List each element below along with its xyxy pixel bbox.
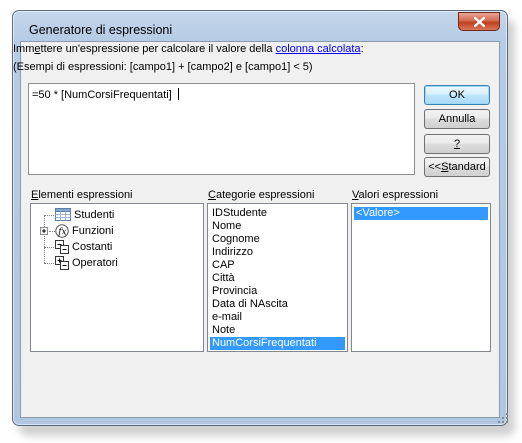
values-list[interactable]: <Valore> (351, 203, 491, 352)
window-title: Generatore di espressioni (29, 23, 173, 37)
elements-tree[interactable]: Studenti fx Funzioni Costanti Operatori (30, 203, 204, 352)
calculated-column-link[interactable]: colonna calcolata (276, 43, 361, 55)
list-item[interactable]: Data di NAscita (210, 298, 345, 311)
values-label: Valori espressioni (352, 189, 439, 201)
resize-grip-icon[interactable] (498, 413, 508, 423)
categories-label: Categorie espressioni (208, 189, 315, 201)
categories-list[interactable]: IDStudente Nome Cognome Indirizzo CAP Ci… (207, 203, 348, 352)
list-item[interactable]: Provincia (210, 285, 345, 298)
tree-item-label: Studenti (74, 208, 115, 221)
ok-button[interactable]: OK (424, 85, 490, 105)
function-icon: fx (55, 223, 69, 238)
table-icon (55, 208, 71, 221)
list-item[interactable]: CAP (210, 259, 345, 272)
svg-text:fx: fx (57, 227, 66, 237)
instruction-line-2: (Esempi di espressioni: [campo1] + [camp… (13, 61, 313, 73)
list-item[interactable]: Note (210, 324, 345, 337)
expand-toggle[interactable] (40, 227, 48, 235)
tree-item-costanti[interactable]: Costanti (55, 239, 112, 254)
tree-item-label: Costanti (72, 240, 113, 253)
standard-button[interactable]: << Standard (424, 157, 490, 177)
plus-icon (42, 229, 46, 233)
instruction-line-1: Immettere un'espressione per calcolare i… (13, 43, 364, 55)
text-caret (177, 88, 179, 100)
tree-item-funzioni[interactable]: fx Funzioni (55, 223, 114, 238)
list-item[interactable]: Cognome (210, 233, 345, 246)
list-item-selected[interactable]: <Valore> (354, 207, 488, 220)
list-item[interactable]: e-mail (210, 311, 345, 324)
list-item-selected[interactable]: NumCorsiFrequentati (210, 337, 345, 350)
expression-input[interactable]: =50 * [NumCorsiFrequentati] (28, 83, 415, 175)
cancel-button[interactable]: Annulla (424, 109, 490, 129)
help-button[interactable]: ? (424, 134, 490, 154)
tree-item-studenti[interactable]: Studenti (55, 207, 114, 222)
list-item[interactable]: Indirizzo (210, 246, 345, 259)
close-button[interactable] (458, 12, 500, 31)
constants-icon (55, 239, 69, 254)
expression-text: =50 * [NumCorsiFrequentati] (32, 89, 172, 101)
list-item[interactable]: Nome (210, 220, 345, 233)
tree-item-label: Operatori (72, 256, 118, 269)
list-item[interactable]: IDStudente (210, 207, 345, 220)
elements-label: Elementi espressioni (31, 189, 133, 201)
operators-icon (55, 255, 69, 270)
tree-item-operatori[interactable]: Operatori (55, 255, 118, 270)
tree-item-label: Funzioni (72, 224, 114, 237)
close-icon (473, 16, 485, 27)
list-item[interactable]: Città (210, 272, 345, 285)
